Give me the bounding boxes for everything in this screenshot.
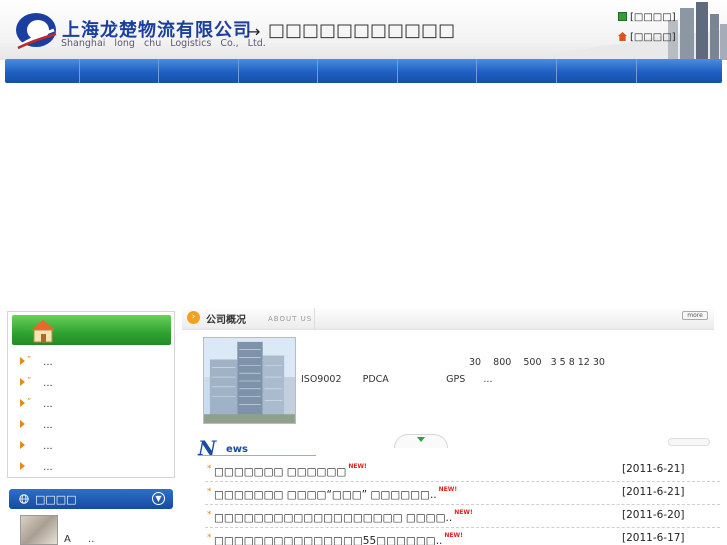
sidebar-header [12, 315, 171, 345]
about-text-line: ISO9002 PDCA GPS ... [301, 374, 493, 385]
chevron-down-icon [417, 437, 425, 442]
news-title: ews [226, 444, 248, 455]
sidebar-item-label: ... [43, 441, 53, 452]
nav-item-7[interactable] [477, 59, 557, 83]
about-title: 公司概况 [206, 315, 246, 326]
nav-item-9[interactable] [637, 59, 722, 83]
news-item[interactable]: * □□□□□□□ □□□□□□ NEW! [2011-6-21] [205, 460, 720, 482]
home-icon [618, 32, 627, 41]
house-icon [31, 320, 55, 343]
star-bullet-icon: * [207, 510, 212, 520]
sidebar-item-label: ... [43, 420, 53, 431]
arrow-bullet-icon [20, 462, 25, 470]
customer-service-text: A .. [64, 534, 95, 545]
sidebar-item-1[interactable]: ”... [20, 355, 53, 369]
sidebar-item-5[interactable]: ”... [20, 439, 53, 453]
news-item-title[interactable]: □□□□□□□□□□□□□□□□□□□ □□□□.. [214, 512, 452, 524]
company-name-english: Shanghai long chu Logistics Co., Ltd. [61, 38, 266, 49]
news-logo-icon: N [198, 436, 217, 460]
arrow-bullet-icon [20, 420, 25, 428]
news-item[interactable]: * □□□□□□□□□□□□□□□55□□□□□□.. NEW! [2011-6-… [205, 529, 720, 545]
customer-service-title: □□□□ [35, 493, 77, 506]
news-item-title[interactable]: □□□□□□□ □□□□□□ [214, 466, 346, 478]
company-logo-icon[interactable] [14, 10, 58, 50]
sidebar-item-6[interactable]: ”... [20, 460, 53, 474]
quick-link-home[interactable]: [□□□□] [618, 32, 676, 43]
quick-link-bookmark[interactable]: [□□□□] [618, 12, 676, 23]
arrow-bullet-icon [20, 378, 25, 386]
collapse-toggle-icon[interactable]: ▼ [152, 492, 165, 505]
site-slogan: □□□□□□□□□□□ [268, 20, 456, 41]
new-badge: NEW! [454, 509, 473, 516]
about-text-line: 30 800 500 3 5 8 12 30 [469, 357, 605, 368]
site-header: 上海龙楚物流有限公司 Shanghai long chu Logistics C… [0, 0, 727, 60]
main-nav [5, 59, 722, 83]
customer-service-photo [20, 515, 58, 545]
sidebar-item-2[interactable]: ”... [20, 376, 53, 390]
news-section-header: N ews [196, 434, 716, 460]
star-bullet-icon: * [207, 464, 212, 474]
arrow-bullet-icon [20, 399, 25, 407]
office-building-photo [203, 337, 296, 424]
sidebar-item-label: ... [43, 399, 53, 410]
about-section-header: › 公司概况 ABOUT US more [182, 306, 714, 330]
news-item-title[interactable]: □□□□□□□□□□□□□□□55□□□□□□.. [214, 535, 442, 545]
nav-item-6[interactable] [398, 59, 477, 83]
quick-link-label: [□□□□] [630, 32, 676, 43]
arrow-circle-icon: › [187, 311, 200, 324]
arrow-bullet-icon [20, 357, 25, 365]
nav-item-8[interactable] [557, 59, 637, 83]
new-badge: NEW! [438, 486, 458, 493]
news-item-date: [2011-6-21] [622, 463, 685, 475]
bookmark-icon [618, 12, 627, 21]
city-skyline-image [540, 2, 727, 60]
globe-icon [19, 494, 29, 504]
more-button[interactable] [668, 438, 710, 446]
star-bullet-icon: * [207, 487, 212, 497]
nav-item-1[interactable] [5, 59, 80, 83]
new-badge: NEW! [444, 532, 463, 539]
star-bullet-icon: * [207, 533, 212, 543]
new-badge: NEW! [348, 463, 367, 470]
nav-item-5[interactable] [318, 59, 398, 83]
customer-service-header[interactable]: □□□□ ▼ [9, 489, 173, 509]
sidebar-item-label: ... [43, 357, 53, 368]
news-item-date: [2011-6-21] [622, 486, 685, 498]
nav-item-3[interactable] [159, 59, 239, 83]
sidebar-item-3[interactable]: ”... [20, 397, 53, 411]
news-item-title[interactable]: □□□□□□□ □□□□“□□□” □□□□□□.. [214, 489, 437, 501]
news-item-date: [2011-6-17] [622, 532, 685, 544]
more-button[interactable]: more [682, 311, 708, 320]
news-item[interactable]: * □□□□□□□ □□□□“□□□” □□□□□□.. NEW! [2011-6… [205, 483, 720, 505]
about-subtitle: ABOUT US [268, 315, 313, 323]
news-item[interactable]: * □□□□□□□□□□□□□□□□□□□ □□□□.. NEW! [2011-6… [205, 506, 720, 528]
arrow-icon: → [247, 22, 261, 41]
quick-link-label: [□□□□] [630, 12, 676, 23]
nav-item-4[interactable] [239, 59, 318, 83]
sidebar-item-4[interactable]: ”... [20, 418, 53, 432]
nav-item-2[interactable] [80, 59, 159, 83]
news-item-date: [2011-6-20] [622, 509, 685, 521]
sidebar-item-label: ... [43, 462, 53, 473]
arrow-bullet-icon [20, 441, 25, 449]
sidebar-item-label: ... [43, 378, 53, 389]
